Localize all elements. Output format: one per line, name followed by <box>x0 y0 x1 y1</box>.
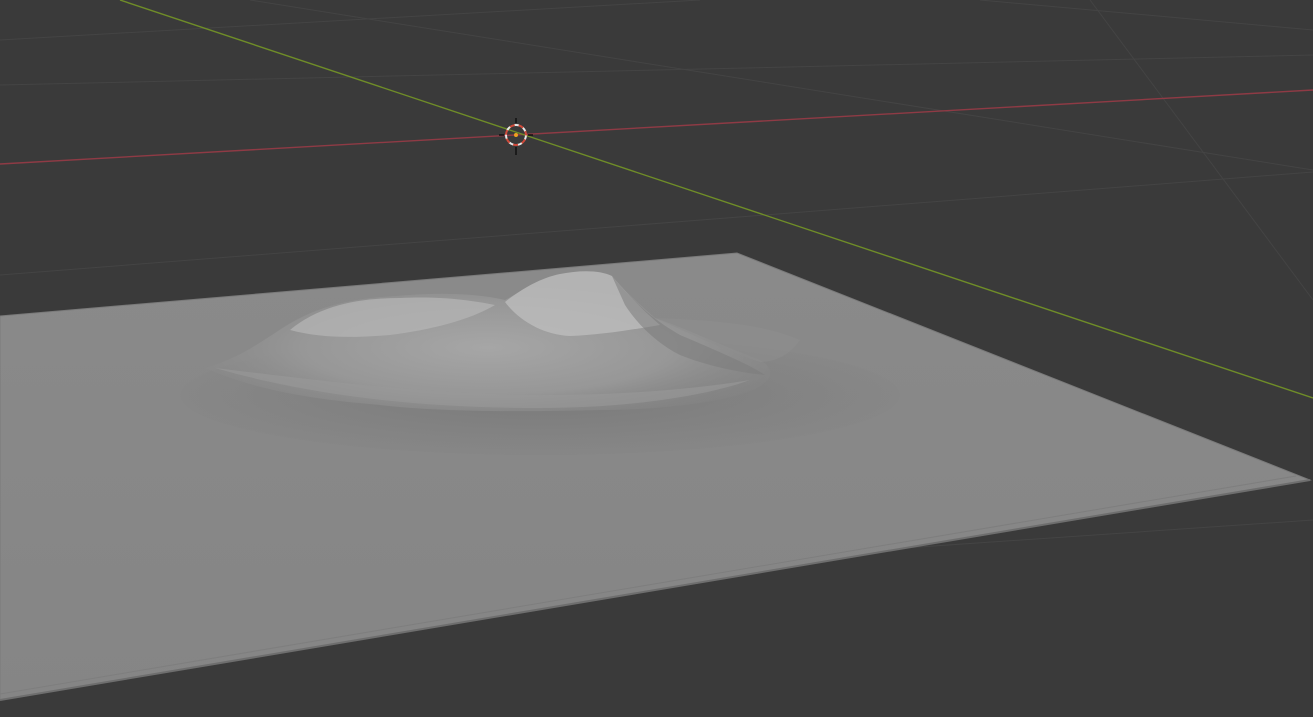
3d-viewport[interactable] <box>0 0 1313 717</box>
terrain-object[interactable] <box>0 252 1312 701</box>
viewport-canvas[interactable] <box>0 0 1313 717</box>
x-axis-line <box>0 89 1313 165</box>
